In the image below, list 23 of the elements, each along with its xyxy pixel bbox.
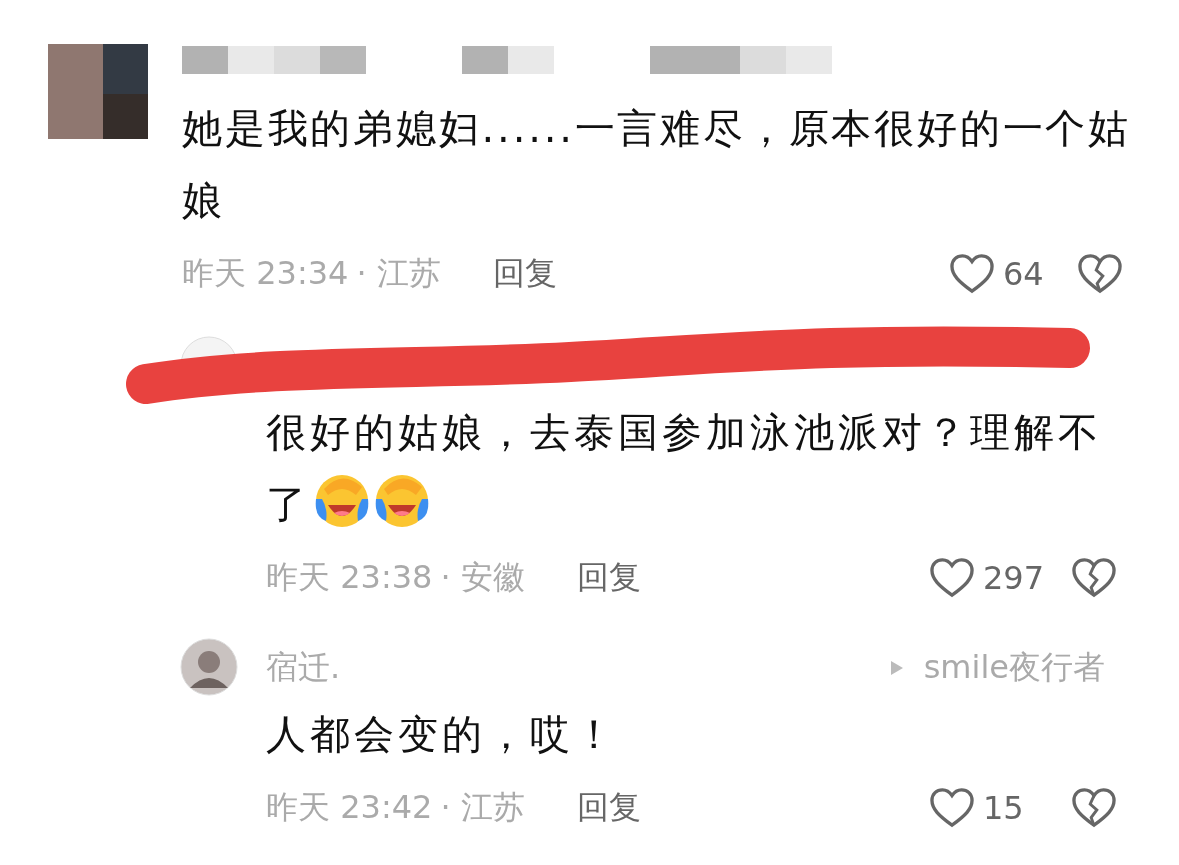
- dislike-icon[interactable]: [1071, 787, 1117, 829]
- comment-location: · 安徽: [440, 557, 525, 598]
- comment-text: 她是我的弟媳妇......一言难尽，原本很好的一个姑娘: [182, 104, 1133, 225]
- like-count: 64: [1003, 255, 1045, 293]
- like-icon[interactable]: [949, 253, 995, 295]
- like-count: 15: [983, 789, 1025, 827]
- comment-location: · 江苏: [356, 253, 441, 294]
- avatar[interactable]: [180, 638, 238, 696]
- reply-button[interactable]: 回复: [492, 252, 557, 296]
- comment-text: 很好的姑娘，去泰国参加泳池派对？理解不了: [266, 408, 1103, 530]
- comment-location: · 江苏: [440, 787, 525, 828]
- reply-button[interactable]: 回复: [576, 556, 641, 600]
- play-icon: [889, 660, 904, 676]
- like-count: 297: [983, 559, 1046, 597]
- dislike-icon[interactable]: [1077, 253, 1123, 295]
- comment-time: 昨天 23:34: [182, 253, 349, 294]
- like-icon[interactable]: [929, 787, 975, 829]
- like-icon[interactable]: [929, 557, 975, 599]
- dislike-icon[interactable]: [1071, 557, 1117, 599]
- reply-button[interactable]: 回复: [576, 786, 641, 830]
- comment-time: 昨天 23:42: [266, 787, 433, 828]
- comment-text: 人都会变的，哎！: [266, 710, 619, 759]
- comment-time: 昨天 23:38: [266, 557, 433, 598]
